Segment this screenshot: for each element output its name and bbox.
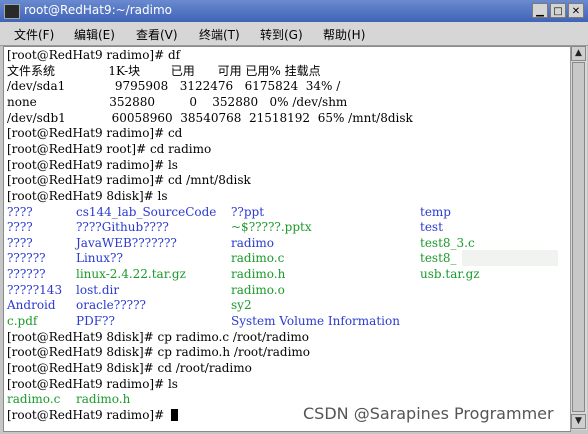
terminal-line: /dev/sdb1 60058960 38540768 21518192 65%… bbox=[7, 110, 413, 125]
ls-output-row: ???? cs144_lab_SourceCode ??ppt temp bbox=[4, 204, 570, 220]
file-entry: linux-2.4.22.tar.gz bbox=[76, 267, 186, 282]
file-entry: radimo.c bbox=[7, 392, 61, 407]
file-entry: test8_3.c bbox=[420, 235, 475, 250]
menu-go[interactable]: 转到(G) bbox=[260, 26, 303, 43]
file-entry: radimo.c bbox=[231, 251, 285, 266]
terminal-output[interactable]: [root@RedHat9 radimo]# df 文件系统 1K-块 已用 可用… bbox=[3, 46, 571, 432]
file-entry: radimo.o bbox=[231, 282, 285, 297]
scroll-up-icon[interactable]: ▲ bbox=[571, 46, 586, 61]
title-bar: root@RedHat9:~/radimo ▁ □ ✕ bbox=[0, 0, 588, 22]
terminal-icon[interactable] bbox=[4, 4, 20, 19]
ls-output-row: ?????143 lost.dir radimo.o bbox=[4, 282, 570, 298]
file-entry: test8_ bbox=[420, 251, 457, 266]
close-button[interactable]: ✕ bbox=[568, 3, 584, 18]
directory-entry: JavaWEB??????? bbox=[76, 235, 177, 250]
file-entry: radimo.h bbox=[76, 392, 131, 407]
directory-entry: PDF?? bbox=[76, 314, 115, 329]
scroll-down-icon[interactable]: ▼ bbox=[571, 414, 586, 429]
redacted-area bbox=[462, 250, 558, 267]
terminal-line: [root@RedHat9 radimo]# df bbox=[7, 48, 181, 62]
directory-entry: radimo bbox=[231, 235, 275, 250]
directory-entry: ?????? bbox=[7, 267, 46, 282]
directory-entry: Linux?? bbox=[76, 251, 123, 266]
terminal-line: [root@RedHat9 8disk]# ls bbox=[7, 188, 168, 203]
vertical-scrollbar[interactable]: ▲ ▼ bbox=[570, 46, 587, 430]
window-title: root@RedHat9:~/radimo bbox=[24, 3, 172, 17]
maximize-button[interactable]: □ bbox=[550, 3, 566, 18]
ls-output-row: c.pdf PDF?? System Volume Information bbox=[4, 313, 570, 329]
terminal-line: 文件系统 1K-块 已用 可用 已用% 挂载点 bbox=[7, 63, 321, 78]
terminal-line: [root@RedHat9 radimo]# ls bbox=[7, 376, 178, 391]
directory-entry: lost.dir bbox=[76, 282, 120, 297]
ls-output-row: ?????? linux-2.4.22.tar.gz radimo.h usb.tar… bbox=[4, 266, 570, 282]
directory-entry: oracle????? bbox=[76, 298, 146, 313]
menu-edit[interactable]: 编辑(E) bbox=[74, 26, 115, 43]
directory-entry: ?????143 bbox=[7, 282, 63, 297]
directory-entry: cs144_lab_SourceCode bbox=[76, 204, 217, 219]
ls-output-row: ???? ????Github???? ~$?????.pptx test bbox=[4, 219, 570, 235]
directory-entry: System Volume Information bbox=[231, 314, 400, 329]
directory-entry: temp bbox=[420, 204, 451, 219]
file-entry: radimo.h bbox=[231, 267, 286, 282]
menu-bar: 文件(F) 编辑(E) 查看(V) 终端(T) 转到(G) 帮助(H) bbox=[0, 22, 588, 46]
terminal-line: /dev/sda1 9795908 3122476 6175824 34% / bbox=[7, 79, 341, 94]
directory-entry: ?????? bbox=[7, 251, 46, 266]
file-entry: sy2 bbox=[231, 298, 252, 313]
file-entry: usb.tar.gz bbox=[420, 267, 480, 282]
terminal-line: [root@RedHat9 radimo]# cd bbox=[7, 126, 183, 141]
menu-help[interactable]: 帮助(H) bbox=[323, 26, 365, 43]
text-cursor bbox=[171, 408, 178, 421]
file-entry: c.pdf bbox=[7, 314, 38, 329]
directory-entry: ??ppt bbox=[231, 204, 265, 219]
directory-entry: Android bbox=[7, 298, 56, 313]
terminal-line: [root@RedHat9 8disk]# cp radimo.h /root/… bbox=[7, 345, 311, 360]
menu-file[interactable]: 文件(F) bbox=[14, 26, 54, 43]
ls-output-row: ???? JavaWEB??????? radimo test8_3.c bbox=[4, 235, 570, 251]
directory-entry: ???? bbox=[7, 204, 33, 219]
directory-entry: ????Github???? bbox=[76, 220, 169, 235]
menu-view[interactable]: 查看(V) bbox=[136, 26, 178, 43]
file-entry: ~$?????.pptx bbox=[231, 220, 312, 235]
terminal-line: [root@RedHat9 8disk]# cp radimo.c /root/… bbox=[7, 329, 310, 344]
minimize-button[interactable]: ▁ bbox=[532, 3, 548, 18]
watermark: CSDN @Sarapines Programmer bbox=[303, 404, 554, 423]
directory-entry: ???? bbox=[7, 235, 33, 250]
terminal-line: [root@RedHat9 8disk]# cd /root/radimo bbox=[7, 361, 252, 375]
terminal-line: [root@RedHat9 radimo]# ls bbox=[7, 157, 178, 172]
directory-entry: test bbox=[420, 220, 443, 235]
scrollbar-thumb[interactable] bbox=[572, 62, 585, 412]
menu-terminal[interactable]: 终端(T) bbox=[199, 26, 240, 43]
terminal-line: [root@RedHat9 root]# cd radimo bbox=[7, 141, 212, 156]
terminal-line: [root@RedHat9 radimo]# cd /mnt/8disk bbox=[7, 173, 251, 188]
ls-output-row: Android oracle????? sy2 bbox=[4, 297, 570, 313]
directory-entry: ???? bbox=[7, 220, 33, 235]
terminal-line: [root@RedHat9 radimo]# bbox=[7, 407, 168, 422]
terminal-line: none 352880 0 352880 0% /dev/shm bbox=[7, 94, 348, 109]
